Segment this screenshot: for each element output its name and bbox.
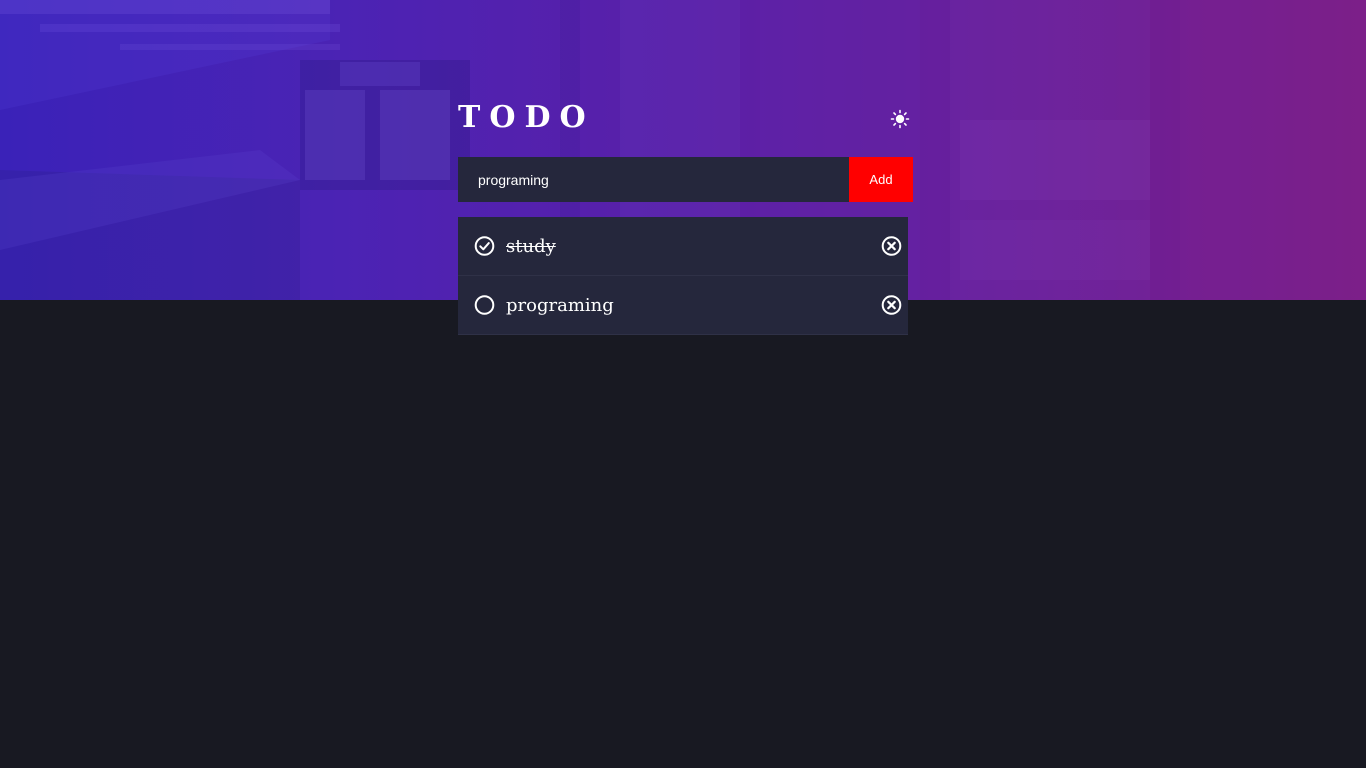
todo-item: programing	[458, 276, 908, 335]
todo-item: study	[458, 217, 908, 276]
delete-todo-button[interactable]	[881, 236, 902, 257]
circle-icon	[474, 295, 495, 315]
page-title: TODO	[458, 100, 595, 135]
toggle-complete-button[interactable]	[474, 295, 495, 316]
add-todo-form: Add	[458, 157, 913, 202]
circle-check-icon	[474, 236, 495, 256]
add-button[interactable]: Add	[849, 157, 913, 202]
todo-input[interactable]	[458, 157, 849, 202]
delete-todo-button[interactable]	[881, 295, 902, 316]
toggle-complete-button[interactable]	[474, 236, 495, 257]
circle-x-icon	[881, 295, 902, 315]
circle-x-icon	[881, 236, 902, 256]
sun-icon	[890, 109, 910, 129]
todo-text: study	[506, 235, 556, 257]
todo-text: programing	[506, 294, 614, 316]
todo-list: study programing	[458, 217, 908, 335]
theme-toggle-button[interactable]	[890, 109, 910, 129]
